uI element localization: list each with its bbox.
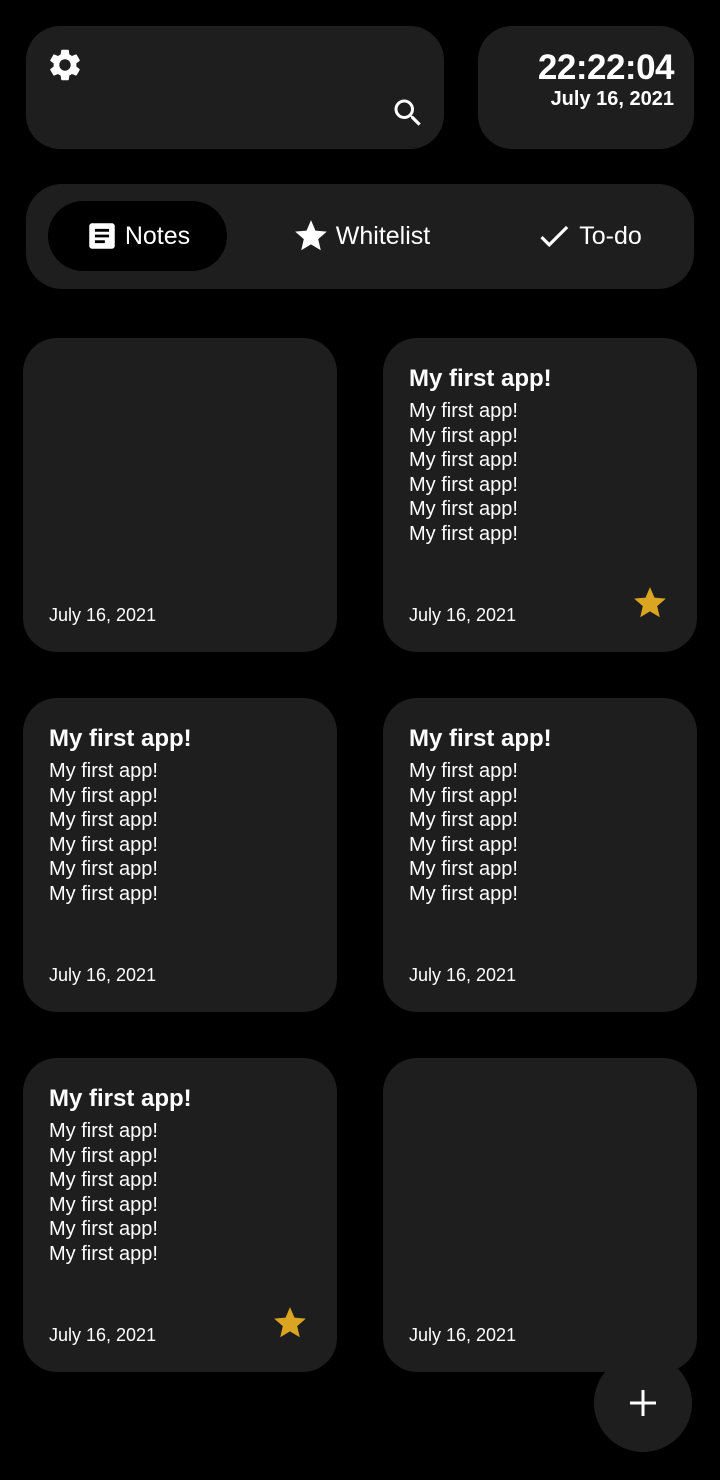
tab-whitelist-label: Whitelist [335, 221, 431, 250]
note-card[interactable]: July 16, 2021 [23, 338, 337, 652]
star-icon [294, 220, 327, 251]
note-date: July 16, 2021 [49, 965, 157, 985]
star-icon [274, 1307, 306, 1338]
note-title: My first app! [409, 365, 552, 392]
note-date: July 16, 2021 [49, 605, 157, 625]
note-title: My first app! [49, 725, 192, 752]
note-title: My first app! [49, 1085, 192, 1112]
star-icon [634, 587, 666, 618]
note-date: July 16, 2021 [409, 1325, 517, 1345]
tab-notes[interactable]: Notes [48, 201, 227, 271]
note-title: My first app! [409, 725, 552, 752]
note-body: My first app! My first app! My first app… [409, 400, 518, 545]
tab-bar: Notes Whitelist To-do [26, 184, 694, 289]
note-card[interactable]: July 16, 2021 [383, 1058, 697, 1372]
tab-notes-label: Notes [124, 221, 191, 250]
search-panel [26, 26, 444, 149]
clock-time: 22:22:04 [537, 48, 675, 87]
note-card[interactable]: My first app! My first app! My first app… [383, 338, 697, 652]
gear-icon[interactable] [46, 46, 84, 84]
clock-date: July 16, 2021 [550, 88, 674, 110]
tab-todo[interactable]: To-do [521, 201, 656, 271]
plus-icon [630, 1390, 656, 1416]
note-body: My first app! My first app! My first app… [49, 760, 158, 905]
clock-widget: 22:22:04 July 16, 2021 [478, 26, 694, 149]
check-icon [540, 225, 569, 248]
note-card[interactable]: My first app! My first app! My first app… [23, 1058, 337, 1372]
tab-todo-label: To-do [579, 221, 642, 250]
note-card[interactable]: My first app! My first app! My first app… [383, 698, 697, 1012]
note-date: July 16, 2021 [409, 605, 517, 625]
note-body: My first app! My first app! My first app… [409, 760, 518, 905]
search-icon[interactable] [390, 95, 426, 131]
note-card[interactable]: My first app! My first app! My first app… [23, 698, 337, 1012]
tab-whitelist[interactable]: Whitelist [281, 201, 441, 271]
add-note-button[interactable] [594, 1354, 692, 1452]
note-date: July 16, 2021 [409, 965, 517, 985]
note-body: My first app! My first app! My first app… [49, 1120, 158, 1265]
note-date: July 16, 2021 [49, 1325, 157, 1345]
note-icon [89, 223, 115, 249]
